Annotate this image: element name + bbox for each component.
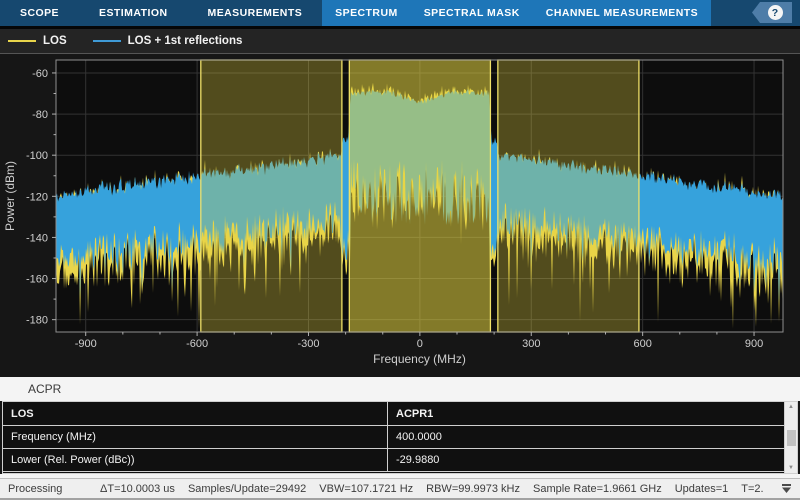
table-scrollbar[interactable]: ▲ ▼	[784, 402, 797, 473]
spectrum-plot[interactable]: -900 -600 -300 0 300 600 900 -60 -80 -100 -120 -140…	[0, 54, 800, 377]
scrollbar-thumb[interactable]	[787, 430, 796, 446]
los-reflections-line-swatch	[93, 40, 121, 42]
acpr-table-header: LOS ACPR1	[3, 402, 797, 426]
help-icon: ?	[768, 5, 783, 20]
svg-text:900: 900	[745, 338, 763, 350]
table-row: Lower (Rel. Power (dBc)) -29.9880	[3, 449, 797, 472]
active-tab-group: SPECTRUM SPECTRAL MASK CHANNEL MEASUREME…	[322, 0, 711, 26]
legend-item-los-reflections[interactable]: LOS + 1st reflections	[93, 35, 243, 47]
region-right-adjacent-channel	[498, 60, 639, 332]
help-button[interactable]: ?	[752, 2, 792, 23]
acpr-row-frequency-label: Frequency (MHz)	[3, 426, 388, 448]
scroll-up-icon[interactable]: ▲	[788, 403, 794, 411]
tab-spectral-mask[interactable]: SPECTRAL MASK	[411, 0, 533, 26]
tab-measurements[interactable]: MEASUREMENTS	[188, 0, 323, 26]
legend-label: LOS + 1st reflections	[128, 35, 243, 47]
acpr-strip: ACPR	[0, 377, 800, 401]
acpr-panel-title: ACPR	[28, 382, 61, 396]
svg-text:300: 300	[522, 338, 540, 350]
spectrum-plot-panel: -900 -600 -300 0 300 600 900 -60 -80 -100 -120 -140…	[0, 54, 800, 377]
tab-channel-measurements[interactable]: CHANNEL MEASUREMENTS	[533, 0, 711, 26]
legend-label: LOS	[43, 35, 67, 47]
y-axis-label: Power (dBm)	[3, 161, 17, 231]
svg-text:-900: -900	[75, 338, 97, 350]
svg-text:-180: -180	[26, 315, 48, 327]
status-rbw: RBW=99.9973 kHz	[426, 483, 520, 495]
spectrum-analyzer-window: SCOPE ESTIMATION MEASUREMENTS SPECTRUM S…	[0, 0, 800, 500]
svg-text:-140: -140	[26, 232, 48, 244]
svg-text:-160: -160	[26, 274, 48, 286]
scroll-down-icon[interactable]: ▼	[788, 464, 794, 472]
region-left-adjacent-channel	[201, 60, 342, 332]
acpr-col-los: LOS	[3, 402, 388, 425]
status-state: Processing	[8, 483, 100, 495]
legend-item-los[interactable]: LOS	[8, 35, 67, 47]
status-updates: Updates=1	[675, 483, 729, 495]
svg-text:-600: -600	[186, 338, 208, 350]
tab-estimation[interactable]: ESTIMATION	[79, 0, 187, 26]
acpr-row-lower-label: Lower (Rel. Power (dBc))	[3, 449, 388, 471]
acpr-row-lower-value: -29.9880	[388, 449, 797, 471]
status-sample-rate: Sample Rate=1.9661 GHz	[533, 483, 662, 495]
status-time: T=2.	[741, 483, 763, 495]
acpr-col-acpr1: ACPR1	[388, 402, 797, 425]
los-line-swatch	[8, 40, 36, 42]
acpr-table: LOS ACPR1 Frequency (MHz) 400.0000 Lower…	[2, 401, 798, 474]
acpr-row-frequency-value: 400.0000	[388, 426, 797, 448]
status-bar: Processing ΔT=10.0003 us Samples/Update=…	[0, 478, 800, 500]
status-delta-t: ΔT=10.0003 us	[100, 483, 175, 495]
legend-bar: LOS LOS + 1st reflections	[0, 29, 800, 53]
status-samples-update: Samples/Update=29492	[188, 483, 306, 495]
svg-text:600: 600	[633, 338, 651, 350]
svg-text:0: 0	[417, 338, 423, 350]
svg-text:-300: -300	[297, 338, 319, 350]
svg-text:-80: -80	[32, 109, 48, 121]
svg-text:-60: -60	[32, 68, 48, 80]
table-row: Frequency (MHz) 400.0000	[3, 426, 797, 449]
tab-scope[interactable]: SCOPE	[0, 0, 79, 26]
region-main-channel	[349, 60, 490, 332]
svg-text:-100: -100	[26, 150, 48, 162]
svg-text:-120: -120	[26, 191, 48, 203]
x-axis-label: Frequency (MHz)	[373, 352, 466, 366]
status-vbw: VBW=107.1721 Hz	[319, 483, 413, 495]
scroll-to-end-icon[interactable]	[781, 484, 792, 494]
tab-spectrum[interactable]: SPECTRUM	[322, 0, 411, 26]
toolstrip: SCOPE ESTIMATION MEASUREMENTS SPECTRUM S…	[0, 0, 800, 26]
